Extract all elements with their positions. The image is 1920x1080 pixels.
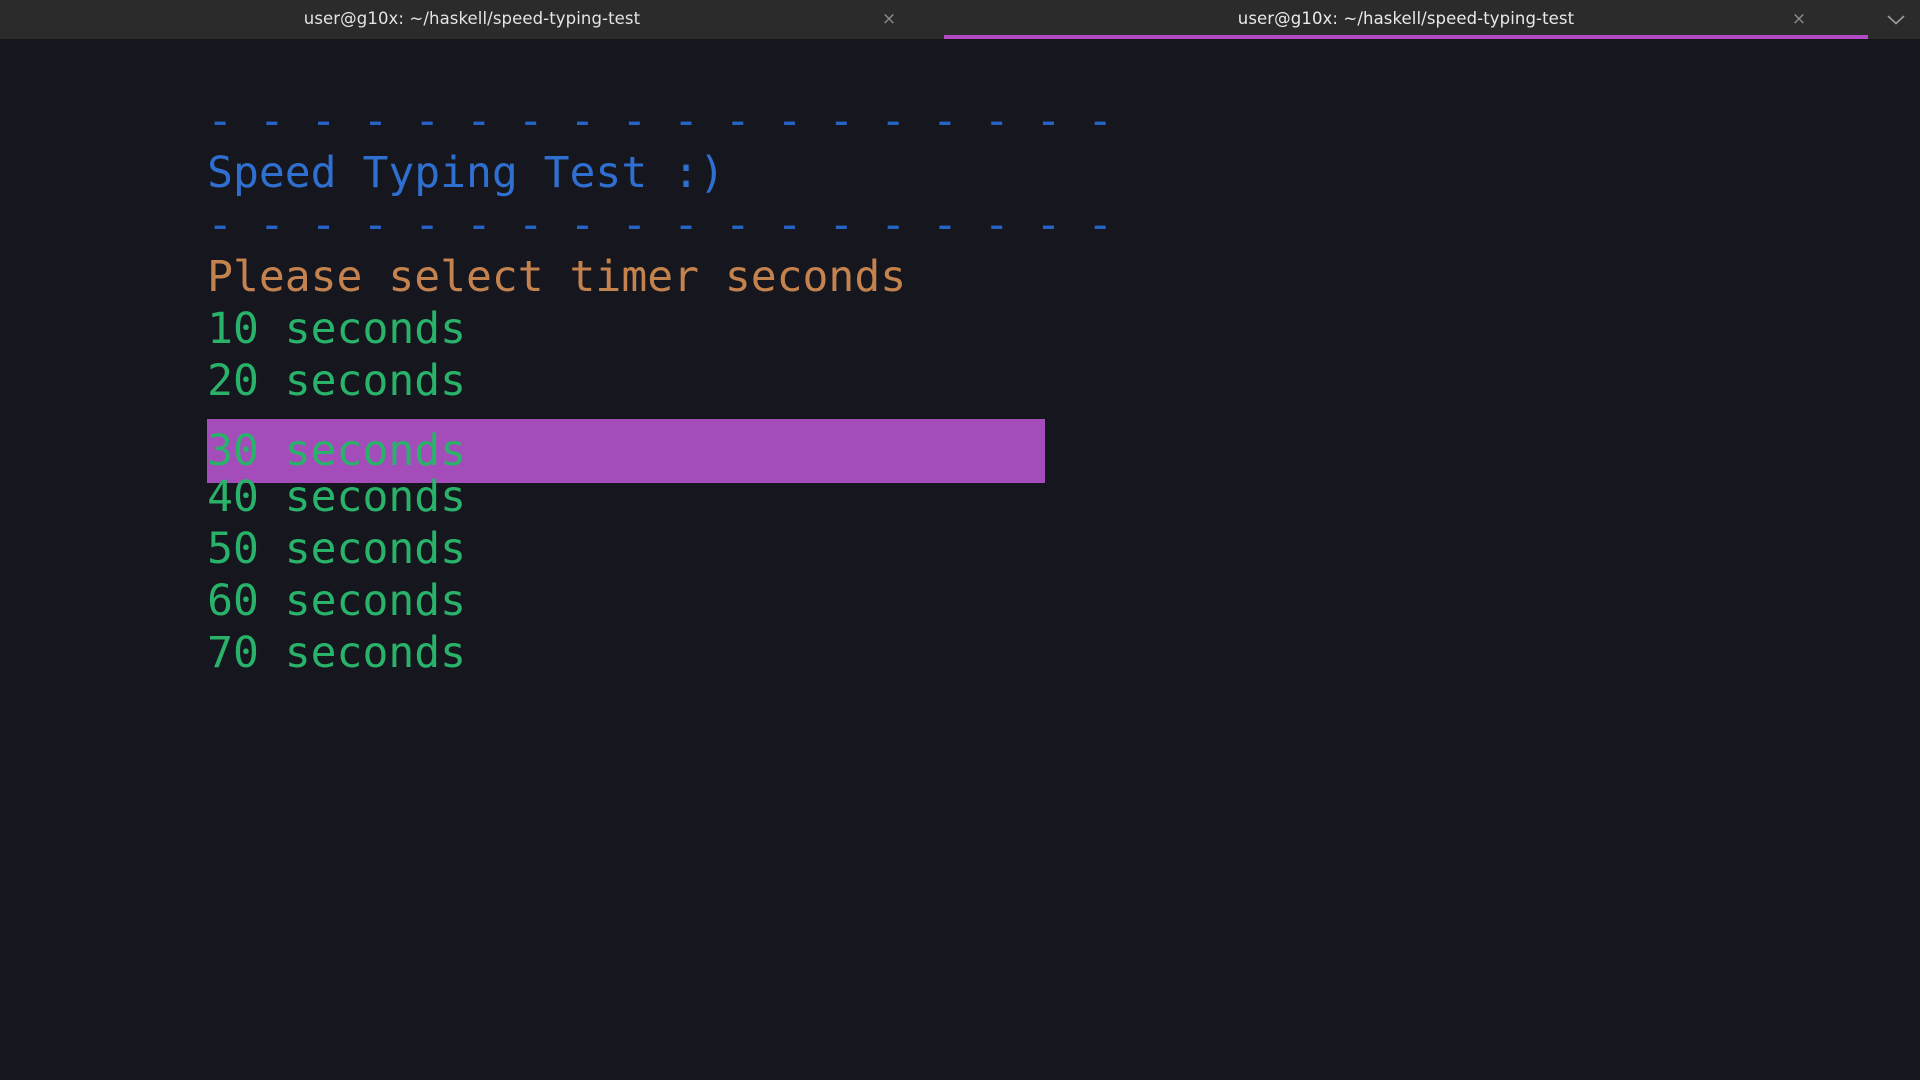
rule-bottom: - - - - - - - - - - - - - - - - - - bbox=[0, 147, 1920, 250]
menu-item-20[interactable]: 20 seconds bbox=[0, 303, 1920, 406]
rule-top: - - - - - - - - - - - - - - - - - - bbox=[0, 43, 1920, 146]
tab-bar: user@g10x: ~/haskell/speed-typing-test ×… bbox=[0, 0, 1920, 39]
app-title: Speed Typing Test :) bbox=[0, 95, 1920, 198]
prompt-line: Please select timer seconds bbox=[0, 199, 1920, 302]
terminal-body[interactable]: - - - - - - - - - - - - - - - - - - Spee… bbox=[0, 39, 1920, 1080]
menu-item-60[interactable]: 60 seconds bbox=[0, 523, 1920, 626]
menu-item-label: 70 seconds bbox=[207, 628, 466, 678]
terminal-output: - - - - - - - - - - - - - - - - - - Spee… bbox=[0, 43, 1920, 678]
tab-close-icon[interactable]: × bbox=[1788, 9, 1810, 31]
menu-item-10[interactable]: 10 seconds bbox=[0, 251, 1920, 354]
tab-title: user@g10x: ~/haskell/speed-typing-test bbox=[303, 9, 641, 29]
tab-terminal-1[interactable]: user@g10x: ~/haskell/speed-typing-test × bbox=[0, 0, 944, 39]
menu-item-70[interactable]: 70 seconds bbox=[0, 575, 1920, 678]
tab-terminal-2[interactable]: user@g10x: ~/haskell/speed-typing-test × bbox=[944, 0, 1868, 39]
terminal-window: user@g10x: ~/haskell/speed-typing-test ×… bbox=[0, 0, 1920, 1080]
menu-item-40[interactable]: 40 seconds bbox=[0, 419, 1920, 522]
chevron-down-icon[interactable] bbox=[1882, 6, 1910, 34]
tab-title: user@g10x: ~/haskell/speed-typing-test bbox=[1237, 9, 1575, 29]
menu-item-30-selected[interactable]: 30 seconds bbox=[0, 355, 1920, 483]
tab-close-icon[interactable]: × bbox=[878, 9, 900, 31]
menu-item-50[interactable]: 50 seconds bbox=[0, 471, 1920, 574]
